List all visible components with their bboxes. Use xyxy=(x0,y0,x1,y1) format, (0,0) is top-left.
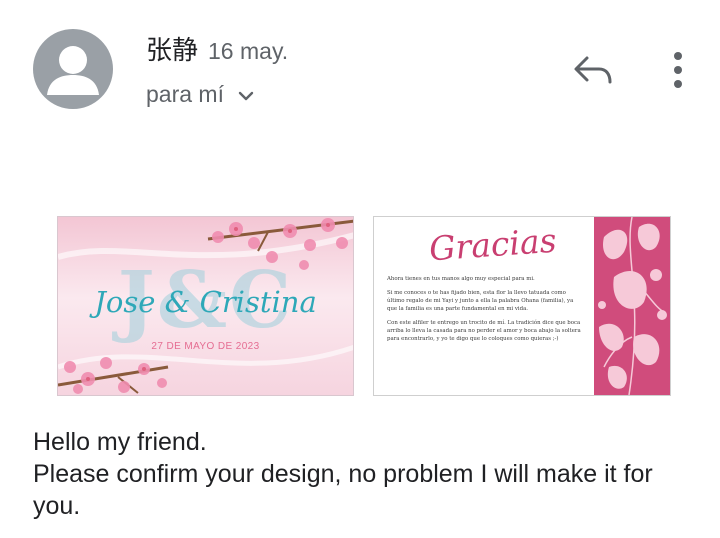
couple-names: Jose & Cristina xyxy=(94,285,317,319)
message-date: 16 may. xyxy=(208,38,289,64)
message-body: Hello my friend. Please confirm your des… xyxy=(33,426,698,522)
floral-pattern-panel xyxy=(594,217,670,395)
recipient-label: para mí xyxy=(146,80,224,107)
message-line: Please confirm your design, no problem I… xyxy=(33,460,653,520)
wedding-date: 27 DE MAYO DE 2023 xyxy=(151,341,260,352)
reply-icon xyxy=(574,56,612,84)
letter-paragraph: Si me conoces o te has fijado bien, esta… xyxy=(387,290,574,312)
reply-button[interactable] xyxy=(571,50,615,90)
more-vert-icon xyxy=(674,52,682,88)
more-options-button[interactable] xyxy=(660,46,696,94)
person-avatar-icon xyxy=(47,46,99,95)
chevron-down-icon xyxy=(238,91,254,101)
card-letter-text: Ahora tienes en tus manos algo muy espec… xyxy=(387,275,583,349)
sender-name[interactable]: 张静 xyxy=(146,30,198,67)
sender-line: 张静 16 may. xyxy=(146,30,288,66)
recipient-toggle[interactable]: para mí xyxy=(146,78,254,110)
attachment-image-wedding-card[interactable]: J&C Jose & Cristina 27 DE MAYO DE 2023 xyxy=(57,216,354,396)
sender-avatar[interactable] xyxy=(33,29,113,109)
letter-paragraph: Con este alfiler te entrego un trocito d… xyxy=(387,320,581,342)
message-line: Hello my friend. xyxy=(33,428,207,456)
attachment-image-thank-you-card[interactable]: Gracias Ahora tienes en tus manos algo m… xyxy=(373,216,671,396)
letter-paragraph: Ahora tienes en tus manos algo muy espec… xyxy=(387,276,535,282)
card-heading: Gracias xyxy=(427,220,558,269)
